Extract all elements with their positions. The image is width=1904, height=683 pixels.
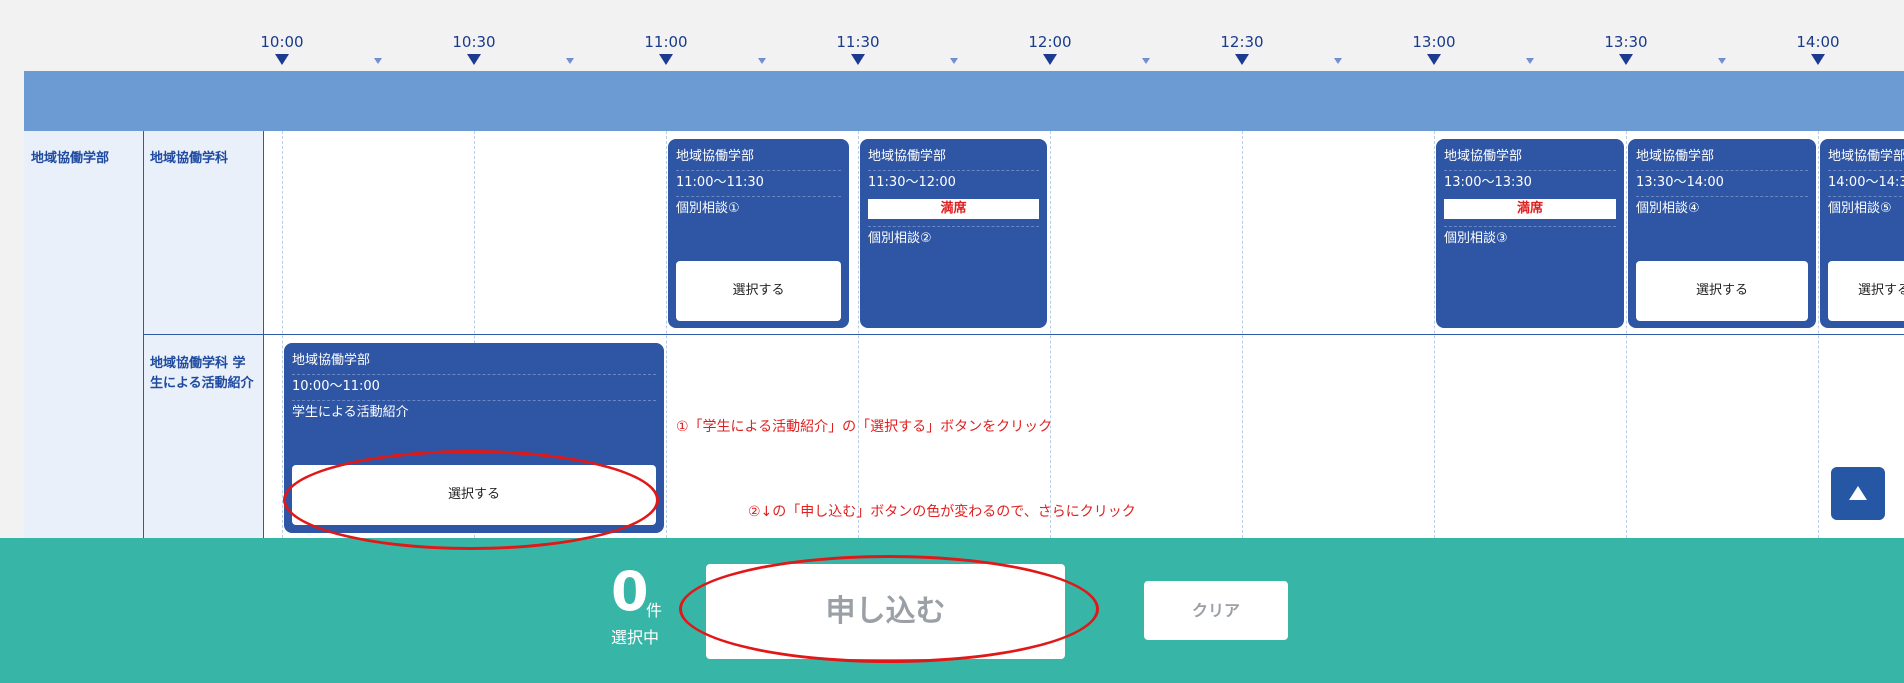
select-button[interactable]: 選択する bbox=[1828, 261, 1904, 321]
card-dept: 地域協働学部 bbox=[1636, 149, 1715, 164]
triangle-up-icon bbox=[1849, 486, 1867, 500]
card-dept: 地域協働学部 bbox=[676, 149, 755, 164]
card-title: 個別相談⑤ bbox=[1828, 201, 1892, 216]
annotation-step1: ①「学生による活動紹介」の「選択する」ボタンをクリック bbox=[676, 419, 1053, 435]
minor-tick-icon bbox=[950, 58, 958, 64]
card-dept: 地域協働学部 bbox=[292, 353, 371, 368]
session-card: 地域協働学部 13:30～14:00 個別相談④ 選択する bbox=[1628, 139, 1816, 328]
clear-button[interactable]: クリア bbox=[1144, 581, 1288, 640]
card-title: 個別相談③ bbox=[1444, 231, 1508, 246]
schedule-header-band bbox=[24, 71, 1904, 131]
card-time: 11:00～11:30 bbox=[676, 175, 764, 190]
card-time: 11:30～12:00 bbox=[868, 175, 956, 190]
full-badge: 満席 bbox=[1444, 199, 1616, 219]
select-button[interactable]: 選択する bbox=[1636, 261, 1808, 321]
minor-tick-icon bbox=[1718, 58, 1726, 64]
time-label: 12:00 bbox=[1028, 33, 1072, 51]
time-label: 13:30 bbox=[1604, 33, 1648, 51]
minor-tick-icon bbox=[1334, 58, 1342, 64]
selected-count-unit: 件 bbox=[646, 601, 663, 620]
card-title: 個別相談② bbox=[868, 231, 932, 246]
selected-count: 0 bbox=[611, 560, 649, 623]
full-badge: 満席 bbox=[868, 199, 1039, 219]
time-label: 12:30 bbox=[1220, 33, 1264, 51]
session-card: 地域協働学部 10:00～11:00 学生による活動紹介 選択する bbox=[284, 343, 664, 533]
session-card: 地域協働学部 13:00～13:30 満席 個別相談③ bbox=[1436, 139, 1624, 328]
major-tick-icon bbox=[1235, 54, 1249, 65]
card-dept: 地域協働学部 bbox=[868, 149, 947, 164]
major-tick-icon bbox=[659, 54, 673, 65]
card-time: 10:00～11:00 bbox=[292, 379, 380, 394]
major-tick-icon bbox=[851, 54, 865, 65]
major-tick-icon bbox=[275, 54, 289, 65]
minor-tick-icon bbox=[1142, 58, 1150, 64]
major-tick-icon bbox=[1427, 54, 1441, 65]
select-button[interactable]: 選択する bbox=[292, 465, 656, 525]
minor-tick-icon bbox=[374, 58, 382, 64]
time-label: 10:00 bbox=[260, 33, 304, 51]
annotation-step2: ②↓の「申し込む」ボタンの色が変わるので、さらにクリック bbox=[748, 504, 1136, 520]
department-column bbox=[24, 131, 144, 538]
time-label: 14:00 bbox=[1796, 33, 1840, 51]
selected-count-label: 選択中 bbox=[611, 628, 660, 647]
session-card: 地域協働学部 11:30～12:00 満席 個別相談② bbox=[860, 139, 1047, 328]
row-label-activity: 地域協働学科 学生による活動紹介 bbox=[150, 356, 254, 391]
major-tick-icon bbox=[1619, 54, 1633, 65]
time-label: 11:00 bbox=[644, 33, 688, 51]
select-button[interactable]: 選択する bbox=[676, 261, 841, 321]
department-label: 地域協働学部 bbox=[31, 151, 110, 166]
apply-button[interactable]: 申し込む bbox=[706, 564, 1065, 659]
time-label: 13:00 bbox=[1412, 33, 1456, 51]
card-title: 個別相談④ bbox=[1636, 201, 1700, 216]
session-card: 地域協働学部 11:00～11:30 個別相談① 選択する bbox=[668, 139, 849, 328]
minor-tick-icon bbox=[566, 58, 574, 64]
card-title: 個別相談① bbox=[676, 201, 740, 216]
time-label: 10:30 bbox=[452, 33, 496, 51]
session-card: 地域協働学部 14:00～14:30 個別相談⑤ 選択する bbox=[1820, 139, 1904, 328]
row-divider bbox=[144, 334, 1904, 335]
card-dept: 地域協働学部 bbox=[1444, 149, 1523, 164]
card-title: 学生による活動紹介 bbox=[292, 405, 409, 420]
card-time: 14:00～14:30 bbox=[1828, 175, 1904, 190]
minor-tick-icon bbox=[758, 58, 766, 64]
major-tick-icon bbox=[1811, 54, 1825, 65]
row-label-subject: 地域協働学科 bbox=[150, 151, 229, 166]
major-tick-icon bbox=[467, 54, 481, 65]
time-label: 11:30 bbox=[836, 33, 880, 51]
card-dept: 地域協働学部 bbox=[1828, 149, 1904, 164]
scroll-top-button[interactable] bbox=[1831, 467, 1885, 520]
card-time: 13:30～14:00 bbox=[1636, 175, 1724, 190]
card-time: 13:00～13:30 bbox=[1444, 175, 1532, 190]
minor-tick-icon bbox=[1526, 58, 1534, 64]
major-tick-icon bbox=[1043, 54, 1057, 65]
